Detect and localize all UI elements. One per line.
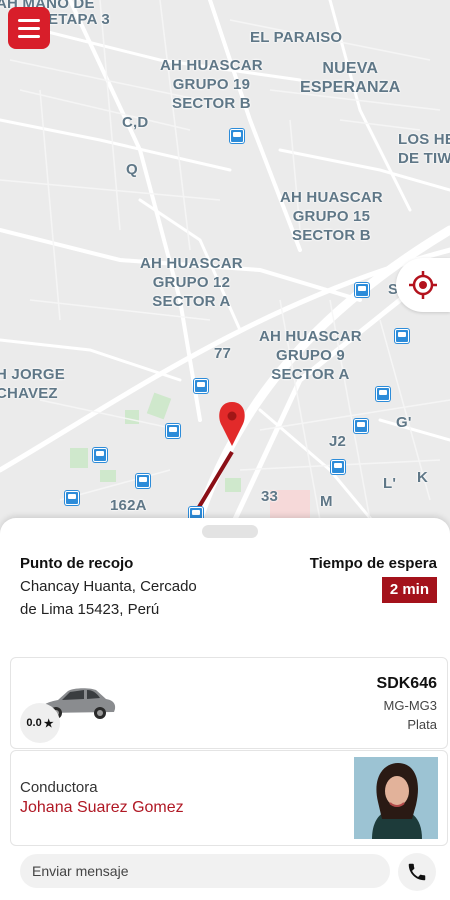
bus-stop-icon xyxy=(230,129,244,143)
bus-stop-icon xyxy=(166,424,180,438)
vehicle-color: Plata xyxy=(407,717,437,732)
map-label: ETAPA 3 xyxy=(48,11,110,28)
map-label: LOS HE DE TIW xyxy=(398,131,450,167)
pickup-title: Punto de recojo xyxy=(20,555,134,572)
driver-name: Johana Suarez Gomez xyxy=(20,799,184,816)
bus-stop-icon xyxy=(355,283,369,297)
map-view[interactable]: AH MANO DE ETAPA 3 EL PARAISO AH HUASCAR… xyxy=(0,0,450,530)
bus-stop-icon xyxy=(136,474,150,488)
map-label: H JORGE CHAVEZ xyxy=(0,366,65,402)
map-label: AH HUASCAR GRUPO 12 SECTOR A xyxy=(140,255,243,310)
map-label: NUEVA ESPERANZA xyxy=(300,60,401,96)
pickup-address: Chancay Huanta, Cercado de Lima 15423, P… xyxy=(20,578,197,618)
bus-stop-icon xyxy=(376,387,390,401)
wait-time-badge: 2 min xyxy=(381,577,437,603)
map-label: AH HUASCAR GRUPO 15 SECTOR B xyxy=(280,189,383,244)
menu-icon xyxy=(18,18,40,22)
map-label: L' xyxy=(383,475,397,492)
map-label: J2 xyxy=(329,433,347,450)
bus-stop-icon xyxy=(354,419,368,433)
map-pin-icon xyxy=(219,402,245,446)
driver-rating: 0.0 ★ xyxy=(20,703,60,743)
driver-photo xyxy=(354,757,438,839)
driver-role-label: Conductora xyxy=(20,779,98,796)
star-icon: ★ xyxy=(43,717,54,730)
menu-button[interactable] xyxy=(8,7,50,49)
bus-stop-icon xyxy=(395,329,409,343)
call-button[interactable] xyxy=(398,853,436,891)
sheet-drag-handle[interactable] xyxy=(202,525,258,538)
bus-stop-icon xyxy=(194,379,208,393)
bus-stop-icon xyxy=(65,491,79,505)
bus-stop-icon xyxy=(331,460,345,474)
vehicle-plate: SDK646 xyxy=(376,675,437,692)
map-label: AH HUASCAR GRUPO 19 SECTOR B xyxy=(160,57,263,112)
crosshair-icon xyxy=(409,271,437,299)
map-label: Q xyxy=(126,161,138,178)
locate-button[interactable] xyxy=(396,258,450,312)
map-label: 33 xyxy=(261,488,279,505)
map-label: G' xyxy=(396,414,412,431)
wait-time-title: Tiempo de espera xyxy=(309,555,437,572)
map-label: EL PARAISO xyxy=(250,29,343,46)
message-input[interactable] xyxy=(20,854,390,888)
bus-stop-icon xyxy=(93,448,107,462)
map-label: K xyxy=(417,469,429,486)
map-label: 77 xyxy=(214,345,232,362)
rating-value: 0.0 xyxy=(26,717,42,729)
map-label: M xyxy=(320,493,333,510)
phone-icon xyxy=(408,863,426,881)
map-label: 162A xyxy=(110,497,147,514)
map-label: C,D xyxy=(122,114,149,131)
map-label: AH HUASCAR GRUPO 9 SECTOR A xyxy=(259,328,362,383)
vehicle-model: MG-MG3 xyxy=(383,698,437,713)
